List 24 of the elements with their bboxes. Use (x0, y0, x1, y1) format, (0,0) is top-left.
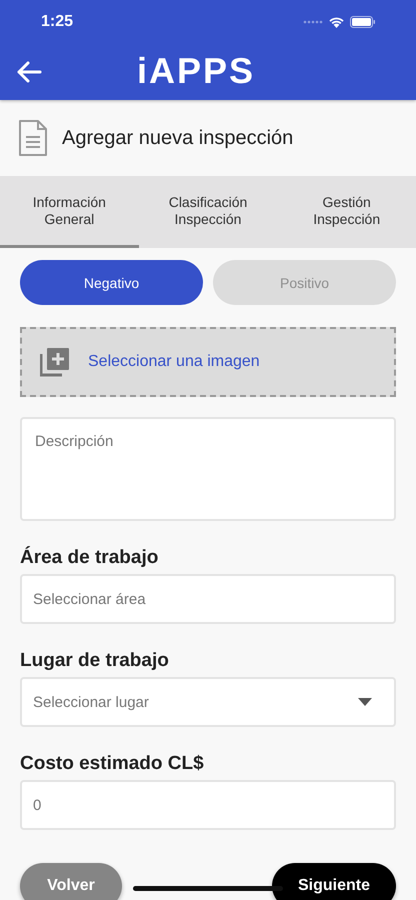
page-title: Agregar nueva inspección (62, 126, 294, 150)
input-field[interactable]: Seleccionar área (20, 574, 396, 624)
dropdown-field[interactable]: Seleccionar lugar (20, 677, 396, 727)
tab[interactable]: Gestión Inspección (277, 176, 416, 248)
tab[interactable]: Clasificación Inspección (138, 176, 278, 248)
battery-icon (350, 16, 376, 28)
document-icon (18, 120, 48, 156)
signal-icon (303, 20, 323, 24)
add-image-icon (40, 347, 70, 377)
field-label: Área de trabajo (20, 547, 160, 569)
dropdown-caret-icon (358, 698, 372, 706)
next-button[interactable]: Siguiente (272, 863, 396, 900)
status-time: 1:25 (41, 13, 74, 31)
input-field[interactable]: 0 (20, 780, 396, 830)
field-label: Lugar de trabajo (20, 650, 170, 672)
back-arrow-icon (16, 61, 42, 83)
field-label: Costo estimado CL$ (20, 753, 205, 775)
toggle-button[interactable]: Negativo (20, 260, 203, 305)
wifi-icon (328, 16, 345, 28)
back-button[interactable] (16, 61, 42, 83)
back-text-button[interactable]: Volver (20, 863, 122, 900)
app-logo: iAPPS (137, 50, 256, 92)
description-field[interactable]: Descripción (20, 417, 396, 521)
image-picker[interactable]: Seleccionar una imagen (20, 327, 396, 397)
